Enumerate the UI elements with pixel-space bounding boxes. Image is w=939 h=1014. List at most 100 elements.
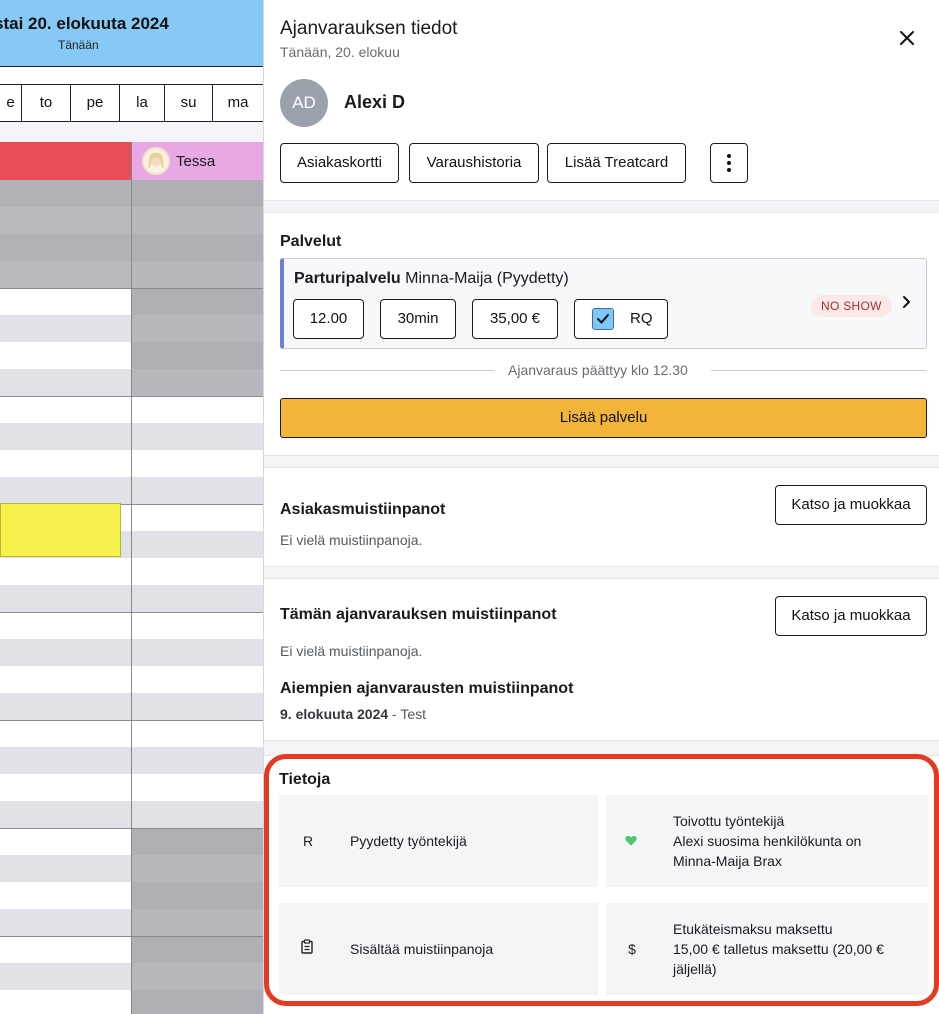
weekday-button[interactable]: la	[120, 85, 165, 121]
calendar-slot[interactable]	[0, 801, 132, 828]
calendar-slot[interactable]	[132, 207, 263, 234]
calendar-time-slot-row[interactable]	[0, 990, 263, 1014]
calendar-slot[interactable]	[132, 504, 263, 531]
appointment-block[interactable]	[0, 503, 121, 557]
weekday-button[interactable]: e	[0, 85, 22, 121]
calendar-slot[interactable]	[132, 720, 263, 747]
calendar-slot[interactable]	[132, 369, 263, 396]
calendar-slot[interactable]	[0, 963, 132, 990]
calendar-time-slot-row[interactable]	[0, 477, 263, 504]
service-price-chip[interactable]: 35,00 €	[472, 299, 558, 339]
calendar-time-slot-row[interactable]	[0, 936, 263, 963]
calendar-slot[interactable]	[0, 720, 132, 747]
weekday-button[interactable]: to	[22, 85, 71, 121]
calendar-time-slot-row[interactable]	[0, 666, 263, 693]
calendar-slot[interactable]	[132, 936, 263, 963]
calendar-slot[interactable]	[132, 612, 263, 639]
service-duration-chip[interactable]: 30min	[380, 299, 456, 339]
calendar-slot[interactable]	[0, 990, 132, 1014]
weekday-button[interactable]: su	[165, 85, 213, 121]
calendar-time-slot-row[interactable]	[0, 693, 263, 720]
calendar-time-slot-row[interactable]	[0, 882, 263, 909]
calendar-slot[interactable]	[0, 207, 132, 234]
calendar-slot[interactable]	[132, 342, 263, 369]
calendar-slot[interactable]	[132, 801, 263, 828]
weekday-button[interactable]: ma	[213, 85, 263, 121]
calendar-time-slot-row[interactable]	[0, 963, 263, 990]
client-card-button[interactable]: Asiakaskortti	[280, 143, 399, 183]
calendar-slot[interactable]	[0, 234, 132, 261]
calendar-time-slot-row[interactable]	[0, 855, 263, 882]
calendar-slot[interactable]	[132, 747, 263, 774]
calendar-slot[interactable]	[132, 828, 263, 855]
calendar-slot[interactable]	[0, 315, 132, 342]
calendar-slot[interactable]	[0, 180, 132, 207]
weekday-button[interactable]: pe	[71, 85, 120, 121]
calendar-time-slot-row[interactable]	[0, 747, 263, 774]
calendar-time-slot-row[interactable]	[0, 828, 263, 855]
client-name[interactable]: Alexi D	[344, 92, 405, 113]
calendar-slot[interactable]	[132, 315, 263, 342]
calendar-slot[interactable]	[132, 558, 263, 585]
calendar-time-slot-row[interactable]	[0, 369, 263, 396]
calendar-slot[interactable]	[0, 288, 132, 315]
calendar-slot[interactable]	[132, 963, 263, 990]
client-notes-edit-button[interactable]: Katso ja muokkaa	[775, 485, 927, 525]
calendar-slot[interactable]	[0, 882, 132, 909]
calendar-slot[interactable]	[132, 882, 263, 909]
calendar-slot[interactable]	[0, 261, 132, 288]
booking-history-button[interactable]: Varaushistoria	[409, 143, 539, 183]
staff-column-header[interactable]	[0, 142, 132, 180]
calendar-slot[interactable]	[0, 558, 132, 585]
calendar-time-slot-row[interactable]	[0, 450, 263, 477]
calendar-time-slot-row[interactable]	[0, 639, 263, 666]
calendar-slot[interactable]	[0, 666, 132, 693]
calendar-slot[interactable]	[132, 261, 263, 288]
calendar-slot[interactable]	[0, 477, 132, 504]
add-treatcard-button[interactable]: Lisää Treatcard	[547, 143, 686, 183]
calendar-slot[interactable]	[132, 774, 263, 801]
calendar-slot[interactable]	[0, 423, 132, 450]
calendar-slot[interactable]	[132, 585, 263, 612]
calendar-slot[interactable]	[0, 639, 132, 666]
calendar-slot[interactable]	[132, 990, 263, 1014]
calendar-time-slot-row[interactable]	[0, 612, 263, 639]
calendar-slot[interactable]	[132, 639, 263, 666]
calendar-slot[interactable]	[0, 828, 132, 855]
calendar-time-slot-row[interactable]	[0, 801, 263, 828]
calendar-time-slot-row[interactable]	[0, 720, 263, 747]
calendar-time-slot-row[interactable]	[0, 558, 263, 585]
calendar-time-slot-row[interactable]	[0, 234, 263, 261]
calendar-time-slot-row[interactable]	[0, 396, 263, 423]
calendar-time-slot-row[interactable]	[0, 585, 263, 612]
calendar-slot[interactable]	[0, 369, 132, 396]
calendar-slot[interactable]	[0, 747, 132, 774]
staff-column-header-tessa[interactable]: Tessa	[132, 142, 263, 180]
checkbox-checked-icon[interactable]	[592, 308, 614, 330]
service-card[interactable]: Parturipalvelu Minna-Maija (Pyydetty) 12…	[280, 258, 927, 349]
calendar-slot[interactable]	[132, 909, 263, 936]
calendar-slot[interactable]	[132, 423, 263, 450]
calendar-slot[interactable]	[0, 585, 132, 612]
calendar-slot[interactable]	[132, 396, 263, 423]
calendar-slot[interactable]	[0, 774, 132, 801]
calendar-slot[interactable]	[132, 531, 263, 558]
calendar-time-slot-row[interactable]	[0, 261, 263, 288]
add-service-button[interactable]: Lisää palvelu	[280, 398, 927, 438]
booking-notes-edit-button[interactable]: Katso ja muokkaa	[775, 596, 927, 636]
calendar-slot[interactable]	[132, 855, 263, 882]
calendar-slot[interactable]	[132, 450, 263, 477]
requested-toggle[interactable]: RQ	[574, 299, 668, 339]
calendar-slot[interactable]	[132, 234, 263, 261]
calendar-slot[interactable]	[0, 909, 132, 936]
calendar-slot[interactable]	[132, 693, 263, 720]
calendar-time-slot-row[interactable]	[0, 207, 263, 234]
calendar-time-slot-row[interactable]	[0, 180, 263, 207]
calendar-date-header[interactable]: stai 20. elokuuta 2024 Tänään	[0, 0, 263, 67]
close-icon[interactable]	[894, 26, 920, 52]
calendar-slot[interactable]	[0, 396, 132, 423]
more-vertical-icon[interactable]	[710, 143, 748, 183]
calendar-time-slot-row[interactable]	[0, 423, 263, 450]
calendar-time-slot-row[interactable]	[0, 909, 263, 936]
calendar-time-slot-row[interactable]	[0, 315, 263, 342]
